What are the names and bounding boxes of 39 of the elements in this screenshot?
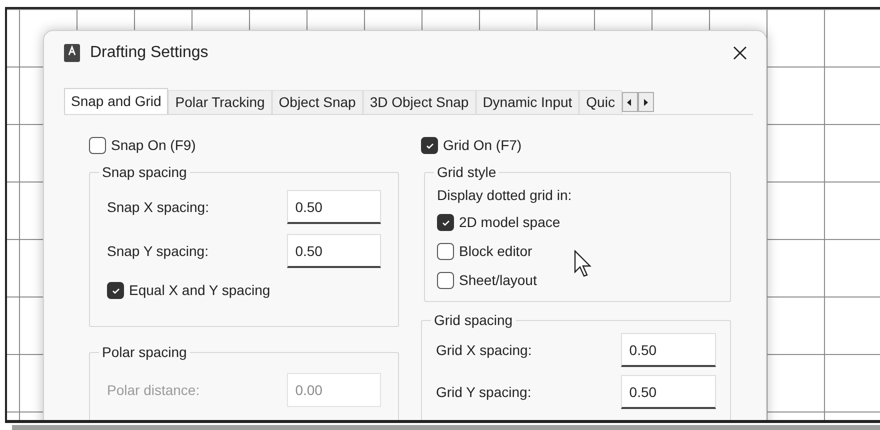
input-field[interactable]: 0.50 xyxy=(621,333,716,367)
caret-right-icon xyxy=(643,98,648,106)
input-field[interactable]: 0.50 xyxy=(287,234,381,268)
checkbox[interactable] xyxy=(421,137,438,154)
checkbox[interactable] xyxy=(107,282,124,299)
check-icon xyxy=(440,218,450,228)
field-label: Polar distance: xyxy=(107,380,201,400)
app-icon xyxy=(64,44,80,62)
tab[interactable]: Snap and Grid xyxy=(64,88,168,114)
field-label: Grid X spacing: xyxy=(436,340,533,360)
window-title: Drafting Settings xyxy=(90,43,208,63)
checkbox-label: 2D model space xyxy=(459,213,560,232)
field-label: Snap X spacing: xyxy=(107,198,210,217)
caption-text: Display dotted grid in: xyxy=(437,186,573,205)
checkbox[interactable] xyxy=(437,272,454,289)
checkbox-label: Equal X and Y spacing xyxy=(129,281,270,300)
close-icon xyxy=(733,46,747,60)
checkbox-label: Grid On (F7) xyxy=(443,136,522,155)
field-label: Grid Y spacing: xyxy=(436,382,532,402)
checkbox[interactable] xyxy=(437,243,454,260)
check-icon xyxy=(424,140,434,150)
tab[interactable]: Polar Tracking xyxy=(168,90,272,114)
input-field[interactable]: 0.50 xyxy=(621,375,716,409)
input-field[interactable]: 0.50 xyxy=(287,190,381,224)
checkbox-label: Snap On (F9) xyxy=(111,136,196,155)
tab[interactable]: Object Snap xyxy=(272,90,363,114)
checkbox[interactable] xyxy=(89,137,106,154)
checkbox-label: Sheet/layout xyxy=(459,271,537,290)
caret-left-icon xyxy=(627,98,632,106)
mouse-pointer-icon xyxy=(574,250,592,278)
tab[interactable]: Quic xyxy=(579,90,622,114)
checkbox-label: Block editor xyxy=(459,242,532,261)
check-icon xyxy=(110,286,120,296)
field-label: Snap Y spacing: xyxy=(107,242,210,261)
scroll-left-button[interactable] xyxy=(622,92,638,112)
tab[interactable]: Dynamic Input xyxy=(476,90,580,114)
scroll-right-button[interactable] xyxy=(638,92,654,112)
tab[interactable]: 3D Object Snap xyxy=(362,90,476,114)
checkbox[interactable] xyxy=(437,214,454,231)
